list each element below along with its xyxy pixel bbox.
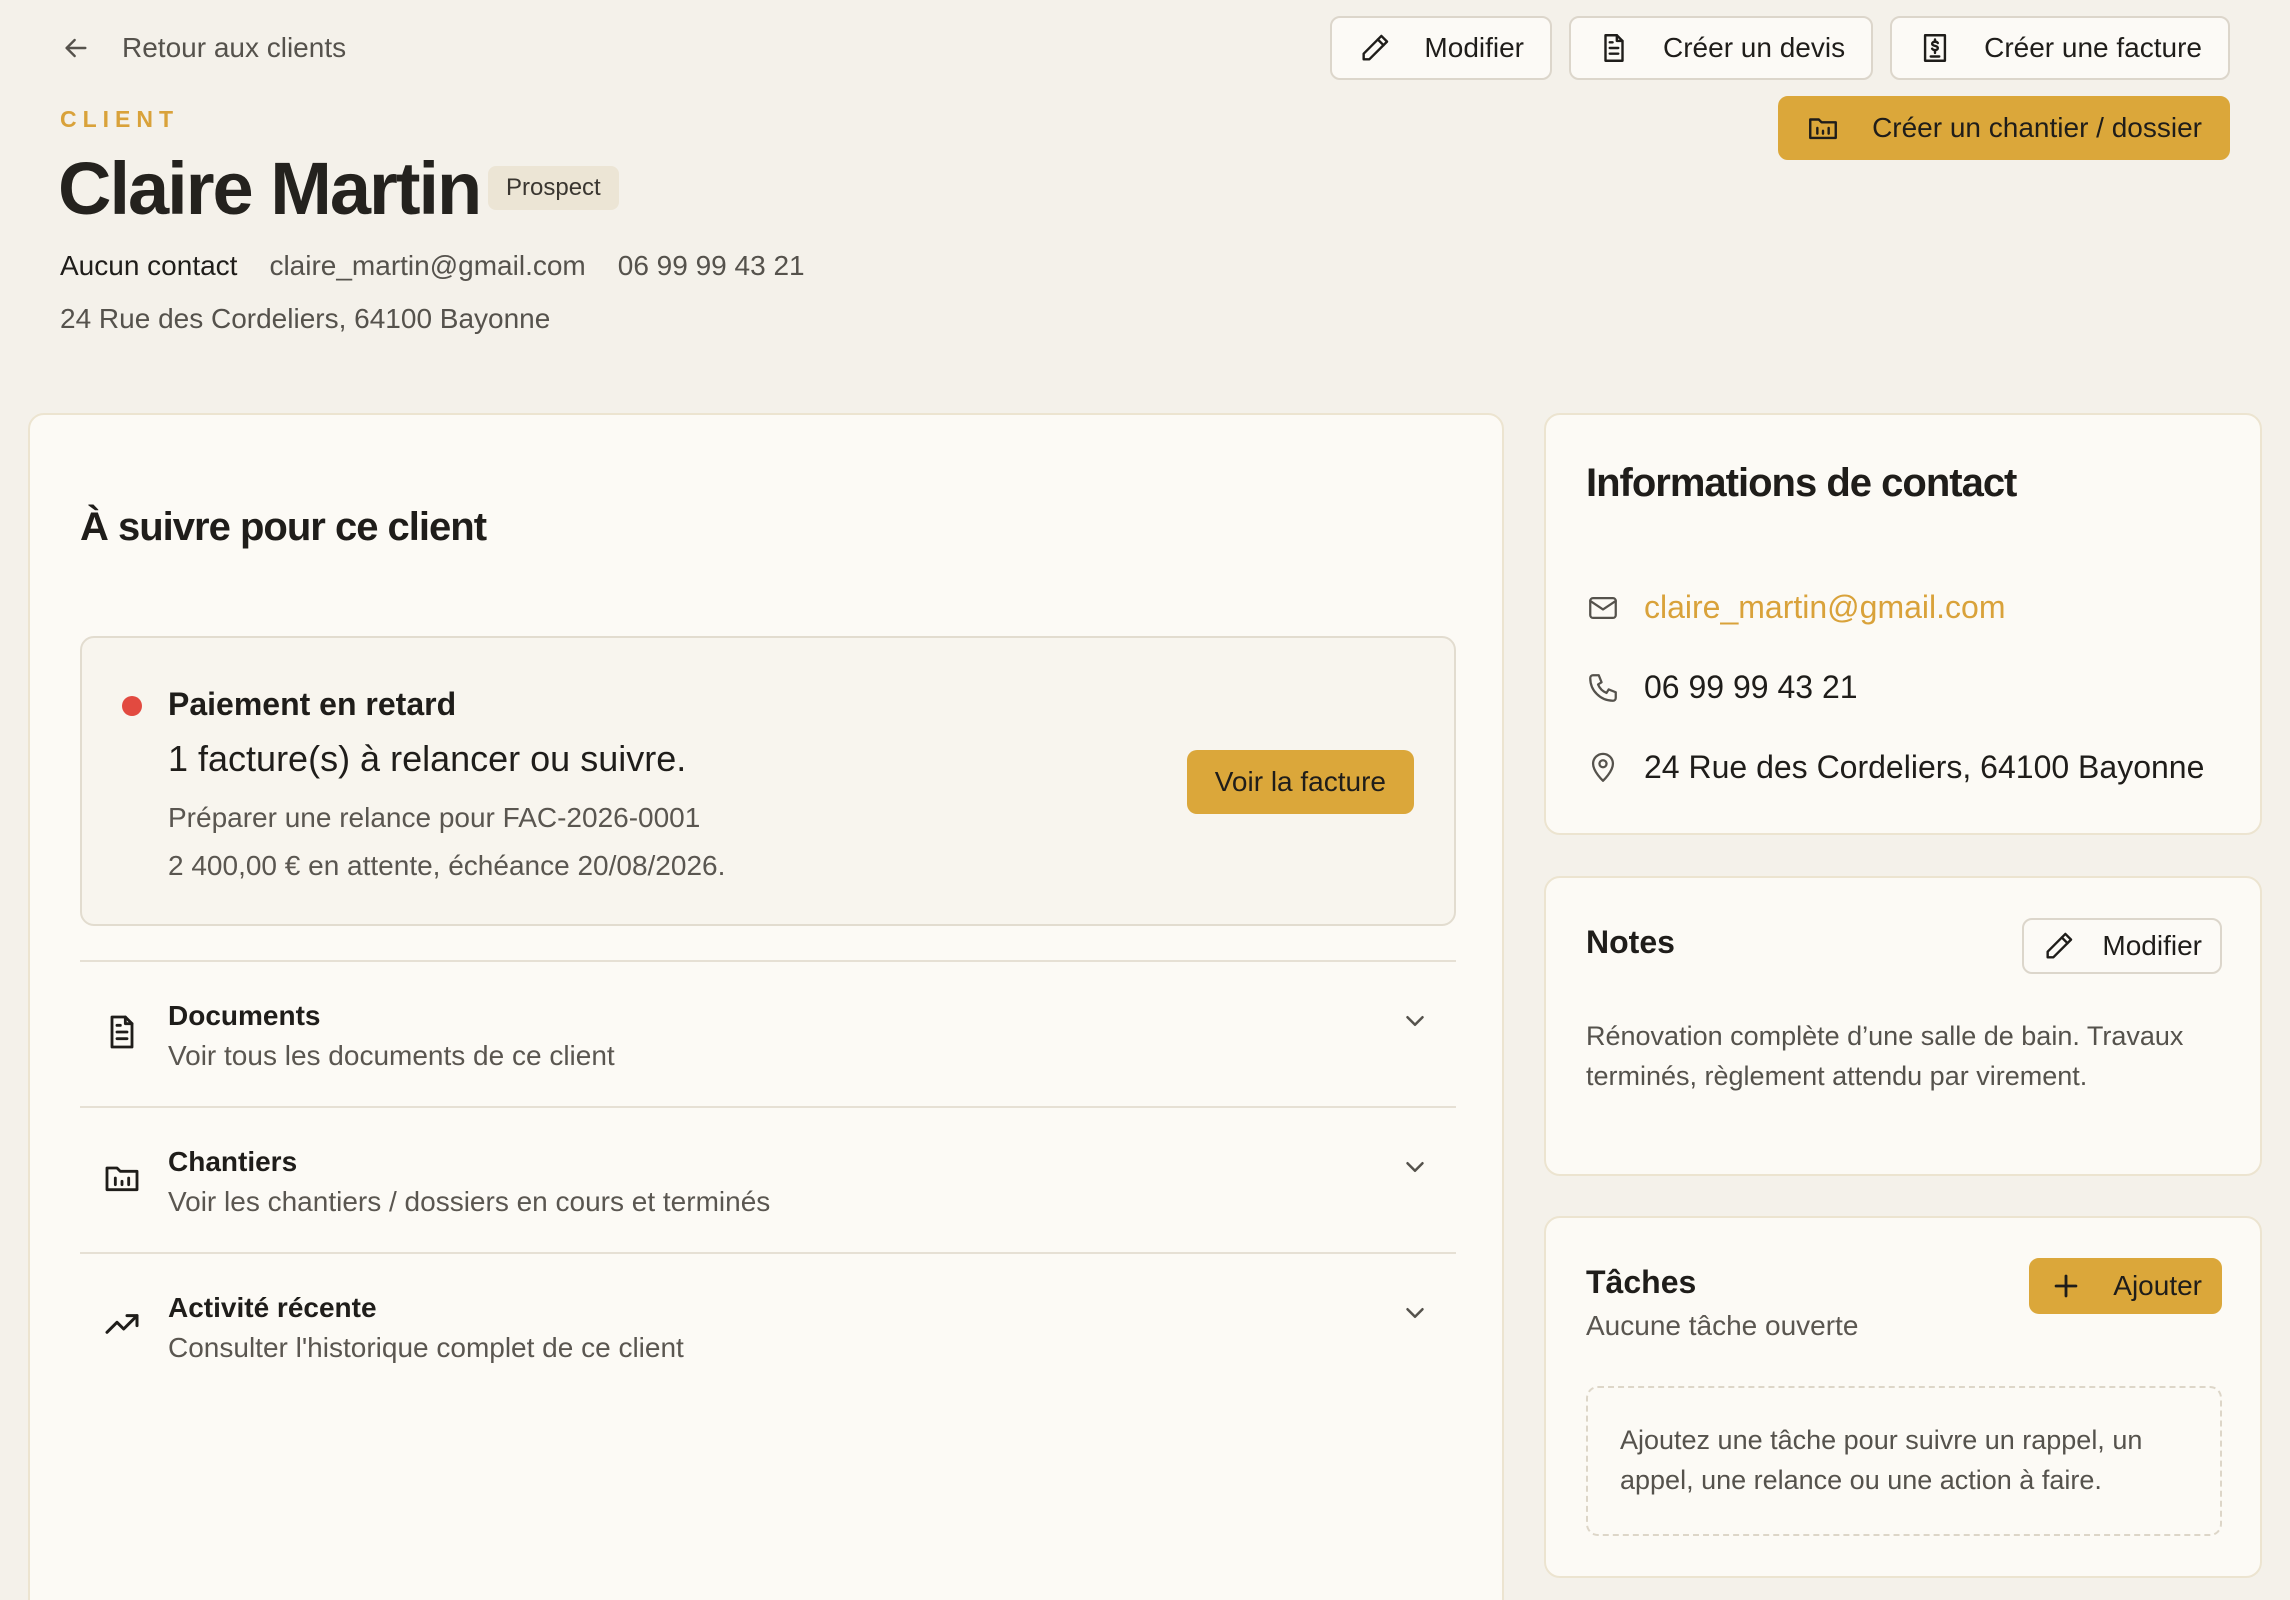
edit-client-label: Modifier	[1424, 32, 1525, 63]
alert-detail-amount: 2 400,00 € en attente, échéance 20/08/20…	[168, 850, 726, 881]
edit-client-button[interactable]: Modifier	[1330, 16, 1553, 80]
mail-icon	[1589, 596, 1617, 619]
tasks-title: Tâches	[1586, 1264, 1697, 1300]
alert-status-dot	[122, 696, 142, 716]
create-site-label: Créer un chantier / dossier	[1872, 112, 2202, 143]
contact-email-row: claire_martin@gmail.com	[1586, 589, 2005, 626]
phone-icon	[1589, 673, 1617, 702]
tasks-subtitle: Aucune tâche ouverte	[1586, 1310, 1859, 1341]
contact-phone: 06 99 99 43 21	[1644, 669, 1858, 705]
alert-headline: 1 facture(s) à relancer ou suivre.	[168, 738, 687, 779]
edit-notes-label: Modifier	[2102, 930, 2202, 961]
folder-icon	[105, 1166, 139, 1192]
accordion-activity-title: Activité récente	[168, 1292, 377, 1323]
accordion-documents-title: Documents	[168, 1000, 321, 1031]
create-quote-label: Créer un devis	[1663, 32, 1846, 63]
accordion-activity-subtitle: Consulter l'historique complet de ce cli…	[168, 1332, 684, 1363]
add-task-button[interactable]: Ajouter	[2029, 1258, 2222, 1314]
pencil-icon	[2046, 932, 2073, 959]
follow-up-title: À suivre pour ce client	[80, 505, 487, 549]
add-task-label: Ajouter	[2113, 1270, 2202, 1301]
folder-icon	[1809, 118, 1838, 140]
client-contact-person: Aucun contact	[60, 250, 238, 281]
notes-title: Notes	[1586, 924, 1675, 960]
tasks-empty-state: Ajoutez une tâche pour suivre un rappel,…	[1586, 1386, 2222, 1536]
client-sections-accordion: Documents Voir tous les documents de ce …	[80, 960, 1456, 1398]
accordion-documents-subtitle: Voir tous les documents de ce client	[168, 1040, 615, 1071]
notes-text: Rénovation complète d’une salle de bain.…	[1586, 1021, 2184, 1091]
client-eyebrow: CLIENT	[60, 106, 180, 132]
edit-notes-button[interactable]: Modifier	[2022, 918, 2222, 974]
client-detail-page: Retour aux clients Modifier Créer un dev…	[0, 0, 2290, 1600]
contact-address: 24 Rue des Cordeliers, 64100 Bayonne	[1644, 749, 2205, 785]
create-invoice-label: Créer une facture	[1984, 32, 2202, 63]
accordion-activity[interactable]: Activité récente Consulter l'historique …	[80, 1252, 1456, 1398]
alert-detail-reminder: Préparer une relance pour FAC-2026-0001	[168, 802, 701, 833]
header-actions: Modifier Créer un devis Créer une factur…	[1330, 16, 2230, 80]
invoice-icon	[1923, 34, 1947, 62]
back-to-clients-link[interactable]: Retour aux clients	[60, 26, 346, 70]
chevron-down-icon	[1406, 1016, 1424, 1026]
contact-info-card: Informations de contact claire_martin@gm…	[1544, 413, 2262, 835]
back-link-label: Retour aux clients	[122, 32, 347, 63]
contact-phone-row: 06 99 99 43 21	[1586, 669, 1858, 706]
contact-address-row: 24 Rue des Cordeliers, 64100 Bayonne	[1586, 749, 2204, 786]
contact-info-title: Informations de contact	[1586, 461, 2017, 505]
map-pin-icon	[1591, 752, 1615, 782]
client-address: 24 Rue des Cordeliers, 64100 Bayonne	[60, 303, 551, 334]
overdue-payment-alert: Paiement en retard 1 facture(s) à relanc…	[80, 636, 1456, 926]
trending-up-icon	[105, 1314, 139, 1334]
create-quote-button[interactable]: Créer un devis	[1569, 16, 1874, 80]
contact-email-link[interactable]: claire_martin@gmail.com	[1644, 589, 2005, 626]
client-phone: 06 99 99 43 21	[617, 250, 805, 281]
client-email: claire_martin@gmail.com	[269, 250, 586, 281]
plus-icon	[2054, 1274, 2078, 1298]
client-name: Claire Martin	[58, 147, 482, 230]
create-invoice-button[interactable]: Créer une facture	[1890, 16, 2230, 80]
pencil-icon	[1362, 34, 1389, 61]
accordion-sites[interactable]: Chantiers Voir les chantiers / dossiers …	[80, 1106, 1456, 1252]
arrow-left-icon	[65, 38, 87, 58]
document-icon	[110, 1015, 134, 1049]
chevron-down-icon	[1406, 1162, 1424, 1172]
accordion-documents[interactable]: Documents Voir tous les documents de ce …	[80, 960, 1456, 1106]
create-site-button[interactable]: Créer un chantier / dossier	[1778, 96, 2230, 160]
notes-card: Notes Modifier Rénovation complète d’une…	[1544, 876, 2262, 1176]
accordion-sites-title: Chantiers	[168, 1146, 298, 1177]
status-badge: Prospect	[488, 166, 619, 210]
accordion-sites-subtitle: Voir les chantiers / dossiers en cours e…	[168, 1186, 771, 1217]
chevron-down-icon	[1406, 1308, 1424, 1318]
client-summary-line: Aucun contact claire_martin@gmail.com 06…	[60, 250, 805, 282]
tasks-card: Tâches Aucune tâche ouverte Ajouter Ajou…	[1544, 1216, 2262, 1578]
view-invoice-button[interactable]: Voir la facture	[1186, 750, 1414, 814]
follow-up-card: À suivre pour ce client Paiement en reta…	[28, 413, 1504, 1600]
alert-title: Paiement en retard	[168, 686, 457, 722]
document-icon	[1604, 34, 1624, 62]
